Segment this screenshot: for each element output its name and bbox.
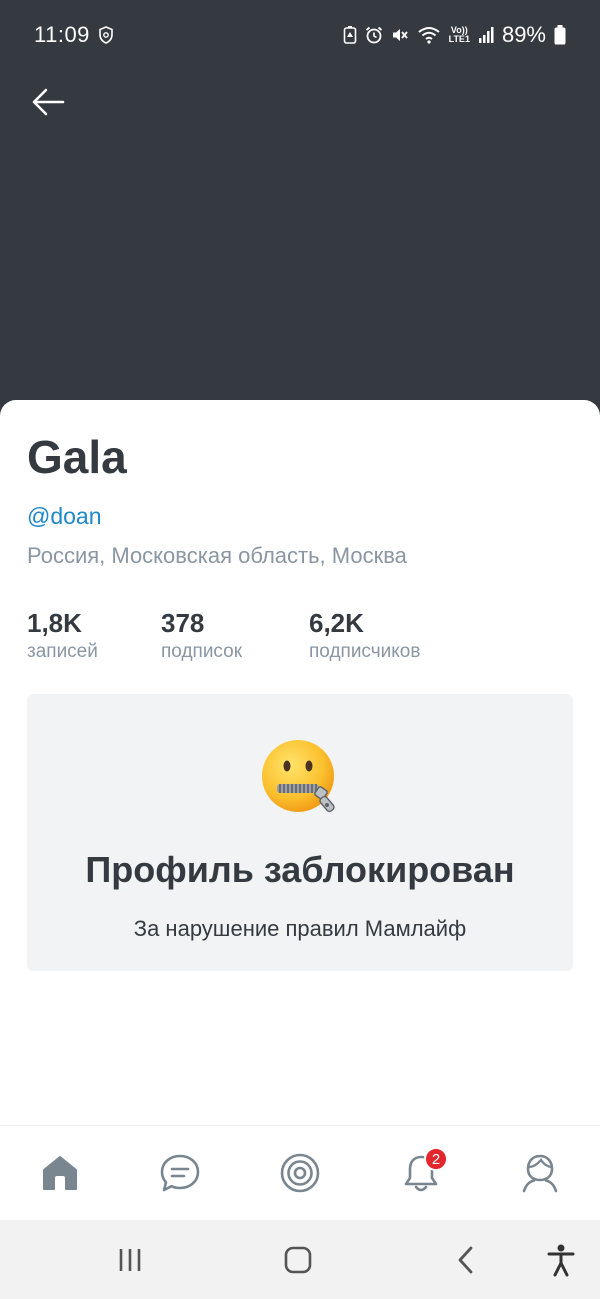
accessibility-button[interactable] [541,1240,581,1280]
profile-name: Gala [27,431,127,483]
battery-percent: 89% [501,22,546,47]
system-home-button[interactable] [278,1240,318,1280]
stat-value: 1,8K [27,608,82,638]
battery-icon [554,25,566,45]
nav-notifications[interactable]: 2 [396,1147,448,1198]
stat-value: 6,2K [309,608,364,638]
nav-profile[interactable] [515,1148,565,1198]
blocked-reason: За нарушение правил Мамлайф [133,916,467,941]
mute-icon [392,29,408,41]
lte-indicator: Vo)) LTE1 [448,25,470,44]
nav-home[interactable] [35,1148,85,1198]
stat-following[interactable]: 378 подписок [161,608,242,663]
profile-icon [522,1154,558,1193]
nav-messages[interactable] [155,1148,205,1198]
notification-badge: 2 [424,1147,448,1171]
accessibility-icon [547,1244,575,1277]
arrow-left-icon [32,88,65,116]
zipper-mouth-face-icon [262,740,335,813]
chat-icon [160,1154,200,1192]
system-back-button[interactable] [446,1240,486,1280]
blocked-notice: Профиль заблокирован За нарушение правил… [27,694,573,971]
status-icons: Vo)) LTE1 89% [343,22,566,48]
profile-card: Gala @doan Россия, Московская область, М… [0,400,600,1125]
wifi-icon [417,27,440,44]
status-time: 11:09 [34,22,90,47]
home-icon [43,1156,77,1190]
alarm-icon [365,26,382,44]
system-navigation-bar [0,1220,600,1299]
target-icon [280,1153,320,1193]
battery-saver-icon [343,26,356,44]
profile-handle[interactable]: @doan [27,503,102,530]
stat-label: подписчиков [309,641,421,662]
recent-apps-button[interactable] [110,1240,150,1280]
stat-posts[interactable]: 1,8K записей [27,608,98,663]
back-button[interactable] [26,80,70,124]
signal-icon [478,27,494,43]
stat-value: 378 [161,608,205,638]
nav-feed[interactable] [275,1148,325,1198]
chevron-left-icon [458,1246,473,1274]
stat-label: подписок [161,641,243,662]
shield-icon [99,26,113,44]
home-outline-icon [284,1246,312,1274]
bottom-navigation: 2 [0,1125,600,1220]
profile-location: Россия, Московская область, Москва [27,543,407,568]
recent-apps-icon [119,1249,141,1271]
stat-label: записей [27,641,98,662]
status-bar: 11:09 Vo)) LTE1 89% [0,0,600,70]
blocked-title: Профиль заблокирован [85,849,515,890]
stat-followers[interactable]: 6,2K подписчиков [309,608,420,663]
